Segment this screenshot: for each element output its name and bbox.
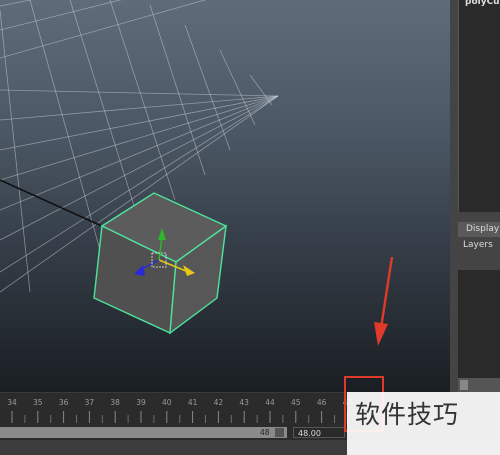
scroll-left-button[interactable] <box>460 380 468 390</box>
layers-list[interactable] <box>458 270 500 378</box>
range-end-handle[interactable] <box>275 428 284 437</box>
viewport-scene <box>0 0 394 346</box>
outliner-title[interactable]: polyCub <box>465 0 500 7</box>
layers-label: Layers <box>463 240 493 250</box>
timeline-tick-label: 46 <box>316 398 327 407</box>
timeline-tick-label: 43 <box>239 398 249 407</box>
timeline-tick-label: 42 <box>213 398 224 407</box>
timeline-tick-label: 38 <box>110 398 120 407</box>
outliner-panel[interactable]: polyCub <box>458 0 500 212</box>
timeline-tick-label: 39 <box>136 398 146 407</box>
layers-scrollbar[interactable] <box>458 378 500 392</box>
poly-cube[interactable] <box>93 192 228 335</box>
timeline-tick-label: 35 <box>33 398 43 407</box>
arrow-annotation-icon <box>374 256 394 346</box>
timeline-tick-label: 44 <box>265 398 275 407</box>
perspective-viewport[interactable] <box>0 0 450 392</box>
watermark: 软件技巧 <box>347 392 500 455</box>
timeline-tick-label: 36 <box>58 398 69 407</box>
timeline-tick-label: 37 <box>84 398 95 407</box>
timeline-tick-label: 45 <box>291 398 301 407</box>
timeline-tick-label: 41 <box>187 398 198 407</box>
side-panel: polyCub Display Layers <box>450 0 500 392</box>
tab-display[interactable]: Display <box>458 222 500 237</box>
grid-axis-line <box>0 179 116 233</box>
range-end-value: 48 <box>260 428 270 437</box>
range-slider[interactable]: 48 <box>0 427 287 438</box>
timeline-tick-label: 34 <box>7 398 17 407</box>
timeline-tick-label: 40 <box>162 398 172 407</box>
end-time-field[interactable]: 48.00 <box>293 427 345 438</box>
